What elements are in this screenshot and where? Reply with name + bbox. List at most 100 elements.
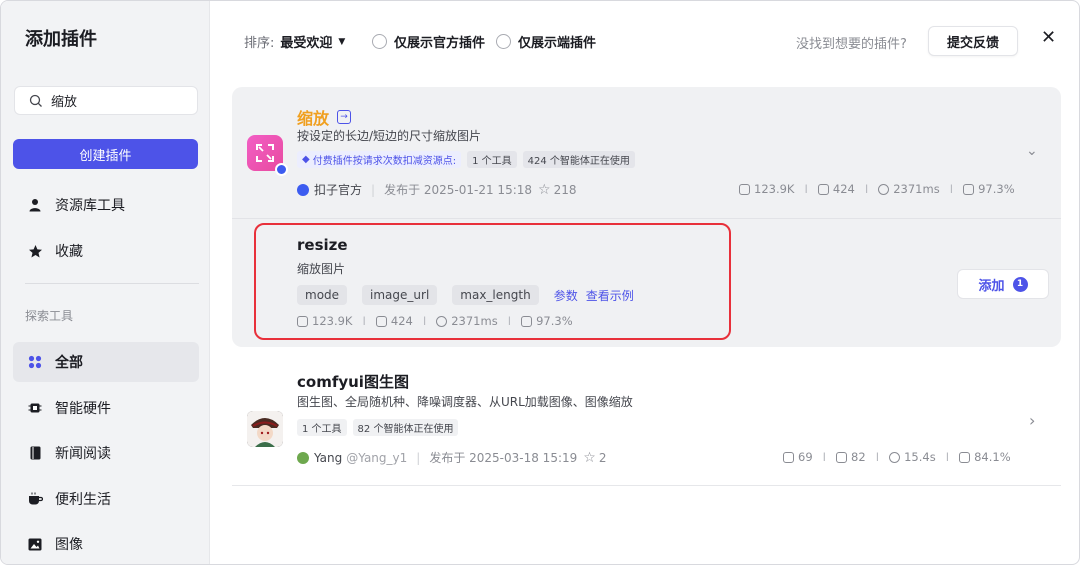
plugin-title-row: 缩放 → bbox=[297, 105, 352, 129]
user-icon bbox=[27, 197, 43, 213]
tool-count-tag: 1 个工具 bbox=[467, 151, 517, 168]
comfyui-plugin-avatar bbox=[247, 411, 283, 447]
latency-value: 2371ms bbox=[893, 182, 940, 196]
author-handle: @Yang_y1 bbox=[346, 450, 408, 465]
add-tool-button[interactable]: 添加 1 bbox=[957, 269, 1049, 299]
agent-count-tag: 82 个智能体正在使用 bbox=[352, 419, 459, 436]
sidebar: 添加插件 缩放 创建插件 资源库工具 收藏 探索工具 全部 智能硬件 新闻阅读 bbox=[1, 1, 210, 564]
star-count: 218 bbox=[553, 182, 577, 197]
stat-separator: I bbox=[945, 450, 950, 464]
plugin-stats: 123.9K I 424 I 2371ms I 97.3% bbox=[739, 182, 1015, 196]
agent-icon bbox=[836, 451, 848, 463]
plugin-card[interactable]: comfyui图生图 图生图、全局随机种、降噪调度器、从URL加载图像、图像缩放… bbox=[232, 356, 1061, 486]
agents-stat: 424 bbox=[817, 182, 855, 196]
paid-tag-label: 付费插件按请求次数扣减资源点: bbox=[312, 156, 457, 167]
sidebar-item-smart-hardware[interactable]: 智能硬件 bbox=[13, 388, 199, 428]
add-plugin-dialog: 添加插件 缩放 创建插件 资源库工具 收藏 探索工具 全部 智能硬件 新闻阅读 bbox=[0, 0, 1080, 565]
plugin-description: 图生图、全局随机种、降噪调度器、从URL加载图像、图像缩放 bbox=[297, 395, 633, 409]
grid-icon bbox=[27, 354, 43, 370]
diamond-icon: ◆ bbox=[302, 154, 310, 165]
stat-separator: I bbox=[864, 182, 869, 196]
filter-client-radio[interactable]: 仅展示端插件 bbox=[496, 32, 596, 51]
stat-separator: I bbox=[804, 182, 808, 196]
doc-icon bbox=[963, 183, 975, 195]
official-badge-icon bbox=[275, 163, 288, 176]
success-stat: 97.3% bbox=[963, 182, 1015, 196]
star-outline-icon[interactable]: ☆ bbox=[538, 182, 551, 198]
meta-separator: | bbox=[416, 450, 421, 465]
stat-separator: I bbox=[822, 450, 827, 464]
image-icon bbox=[27, 536, 43, 552]
author: 扣子官方 bbox=[314, 183, 363, 197]
sidebar-item-favorites[interactable]: 收藏 bbox=[13, 231, 199, 271]
toolbar: 排序: 最受欢迎 ▼ 仅展示官方插件 仅展示端插件 没找到想要的插件? 提交反馈… bbox=[210, 1, 1079, 81]
star-count: 2 bbox=[598, 450, 607, 465]
chip-icon bbox=[27, 400, 43, 416]
sidebar-item-label: 智能硬件 bbox=[55, 401, 111, 417]
star-outline-icon[interactable]: ☆ bbox=[583, 450, 596, 466]
sidebar-item-label: 图像 bbox=[55, 537, 83, 553]
latency-stat: 15.4s bbox=[889, 450, 936, 464]
open-link-icon[interactable]: → bbox=[337, 110, 352, 124]
radio-circle-icon bbox=[372, 34, 387, 49]
close-icon[interactable]: ✕ bbox=[1041, 27, 1056, 48]
plugin-name: comfyui图生图 bbox=[297, 373, 409, 391]
sidebar-item-library-tools[interactable]: 资源库工具 bbox=[13, 185, 199, 225]
calls-value: 69 bbox=[798, 450, 813, 464]
filter-official-label: 仅展示官方插件 bbox=[394, 36, 486, 51]
clock-icon bbox=[889, 451, 901, 463]
publish-date: 发布于 2025-03-18 15:19 bbox=[429, 451, 578, 465]
agents-stat: 82 bbox=[836, 450, 866, 464]
sidebar-item-all[interactable]: 全部 bbox=[13, 342, 199, 382]
resize-plugin-icon bbox=[247, 135, 288, 176]
add-label: 添加 bbox=[978, 278, 1005, 294]
star-icon bbox=[27, 243, 43, 259]
sidebar-item-image[interactable]: 图像 bbox=[13, 524, 199, 564]
caret-down-icon: ▼ bbox=[338, 36, 346, 47]
sidebar-item-label: 新闻阅读 bbox=[55, 446, 111, 462]
stat-separator: I bbox=[949, 182, 954, 196]
chevron-right-icon[interactable]: › bbox=[1029, 411, 1035, 430]
feedback-button[interactable]: 提交反馈 bbox=[928, 26, 1018, 56]
create-plugin-button[interactable]: 创建插件 bbox=[13, 139, 198, 169]
clock-icon bbox=[878, 183, 890, 195]
meta-separator: | bbox=[371, 182, 376, 197]
dialog-title: 添加插件 bbox=[25, 29, 97, 50]
sort-dropdown[interactable]: 排序: 最受欢迎 ▼ bbox=[244, 32, 345, 51]
doc-icon bbox=[959, 451, 971, 463]
search-value: 缩放 bbox=[51, 95, 78, 110]
plugin-header[interactable]: 缩放 → 按设定的长边/短边的尺寸缩放图片 ◆ 付费插件按请求次数扣减资源点: 1… bbox=[232, 87, 1061, 219]
plugin-name: 缩放 bbox=[297, 109, 330, 128]
calls-stat: 123.9K bbox=[739, 182, 794, 196]
coze-official-icon bbox=[297, 183, 309, 196]
author: Yang bbox=[314, 450, 343, 465]
section-label: 探索工具 bbox=[25, 309, 74, 323]
sidebar-item-label: 便利生活 bbox=[55, 492, 111, 508]
success-value: 97.3% bbox=[978, 182, 1015, 196]
author-avatar bbox=[297, 451, 309, 464]
agents-value: 82 bbox=[851, 450, 866, 464]
search-input[interactable]: 缩放 bbox=[14, 86, 198, 115]
plugin-meta: Yang @Yang_y1 | 发布于 2025-03-18 15:19 ☆ 2 bbox=[297, 449, 606, 466]
sidebar-item-label: 全部 bbox=[55, 355, 83, 371]
highlight-box bbox=[254, 223, 731, 340]
chevron-down-icon[interactable]: ⌄ bbox=[1026, 143, 1038, 159]
tool-count-tag: 1 个工具 bbox=[297, 419, 347, 436]
agent-icon bbox=[817, 183, 829, 195]
plugin-stats: 69 I 82 I 15.4s I 84.1% bbox=[783, 450, 1011, 464]
sidebar-item-label: 收藏 bbox=[55, 244, 83, 260]
plugin-description: 按设定的长边/短边的尺寸缩放图片 bbox=[297, 129, 482, 143]
calls-stat: 69 bbox=[783, 450, 813, 464]
calls-value: 123.9K bbox=[754, 182, 795, 196]
filter-official-radio[interactable]: 仅展示官方插件 bbox=[372, 32, 485, 51]
sidebar-item-news-reading[interactable]: 新闻阅读 bbox=[13, 433, 199, 473]
cup-icon bbox=[27, 491, 43, 507]
stat-separator: I bbox=[875, 450, 880, 464]
not-found-text: 没找到想要的插件? bbox=[796, 37, 907, 52]
sidebar-item-convenient-life[interactable]: 便利生活 bbox=[13, 479, 199, 519]
sort-label: 排序: bbox=[244, 36, 275, 51]
radio-circle-icon bbox=[496, 34, 511, 49]
sort-value: 最受欢迎 bbox=[280, 36, 333, 51]
bot-icon bbox=[739, 183, 750, 195]
success-stat: 84.1% bbox=[959, 450, 1011, 464]
